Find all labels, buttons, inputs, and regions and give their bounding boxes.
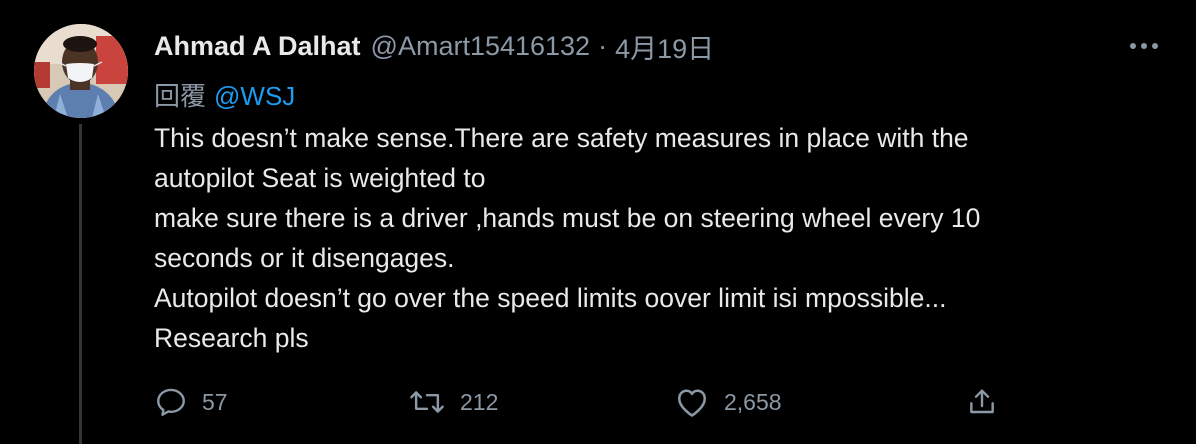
more-icon <box>1130 43 1158 49</box>
replying-to-label: 回覆 <box>154 81 207 111</box>
like-count: 2,658 <box>724 388 782 415</box>
thread-line <box>79 124 82 444</box>
tweet-text: This doesn’t make sense.There are safety… <box>154 118 1154 358</box>
retweet-icon <box>410 391 444 413</box>
share-button[interactable] <box>966 380 998 424</box>
more-options-button[interactable] <box>1126 34 1162 58</box>
replying-to-mention[interactable]: @WSJ <box>214 81 295 111</box>
tweet-text-line: seconds or it disengages. <box>154 243 455 273</box>
share-icon <box>970 389 994 414</box>
heart-icon <box>677 389 707 417</box>
tweet[interactable]: Ahmad A Dalhat @Amart15416132 · 4月19日 回覆… <box>0 0 1196 444</box>
retweet-button[interactable]: 212 <box>408 380 498 424</box>
like-button[interactable]: 2,658 <box>674 380 782 424</box>
replying-to: 回覆 @WSJ <box>154 76 295 113</box>
avatar[interactable] <box>34 24 128 118</box>
tweet-header: Ahmad A Dalhat @Amart15416132 · 4月19日 <box>154 26 714 66</box>
avatar-image <box>34 24 128 118</box>
reply-icon <box>157 388 185 416</box>
retweet-count: 212 <box>460 388 499 415</box>
tweet-text-line: Autopilot doesn’t go over the speed limi… <box>154 283 947 313</box>
tweet-text-line: make sure there is a driver ,hands must … <box>154 203 981 233</box>
author-handle[interactable]: @Amart15416132 <box>371 31 591 62</box>
reply-button[interactable]: 57 <box>154 380 228 424</box>
tweet-date[interactable]: 4月19日 <box>615 27 714 66</box>
tweet-actions: 57 212 2,658 <box>154 380 1154 424</box>
header-separator: · <box>598 30 608 61</box>
tweet-text-line: autopilot Seat is weighted to <box>154 163 486 193</box>
reply-count: 57 <box>202 388 228 415</box>
tweet-text-line: Research pls <box>154 323 309 353</box>
author-display-name[interactable]: Ahmad A Dalhat <box>154 31 361 62</box>
tweet-text-line: This doesn’t make sense.There are safety… <box>154 123 969 153</box>
